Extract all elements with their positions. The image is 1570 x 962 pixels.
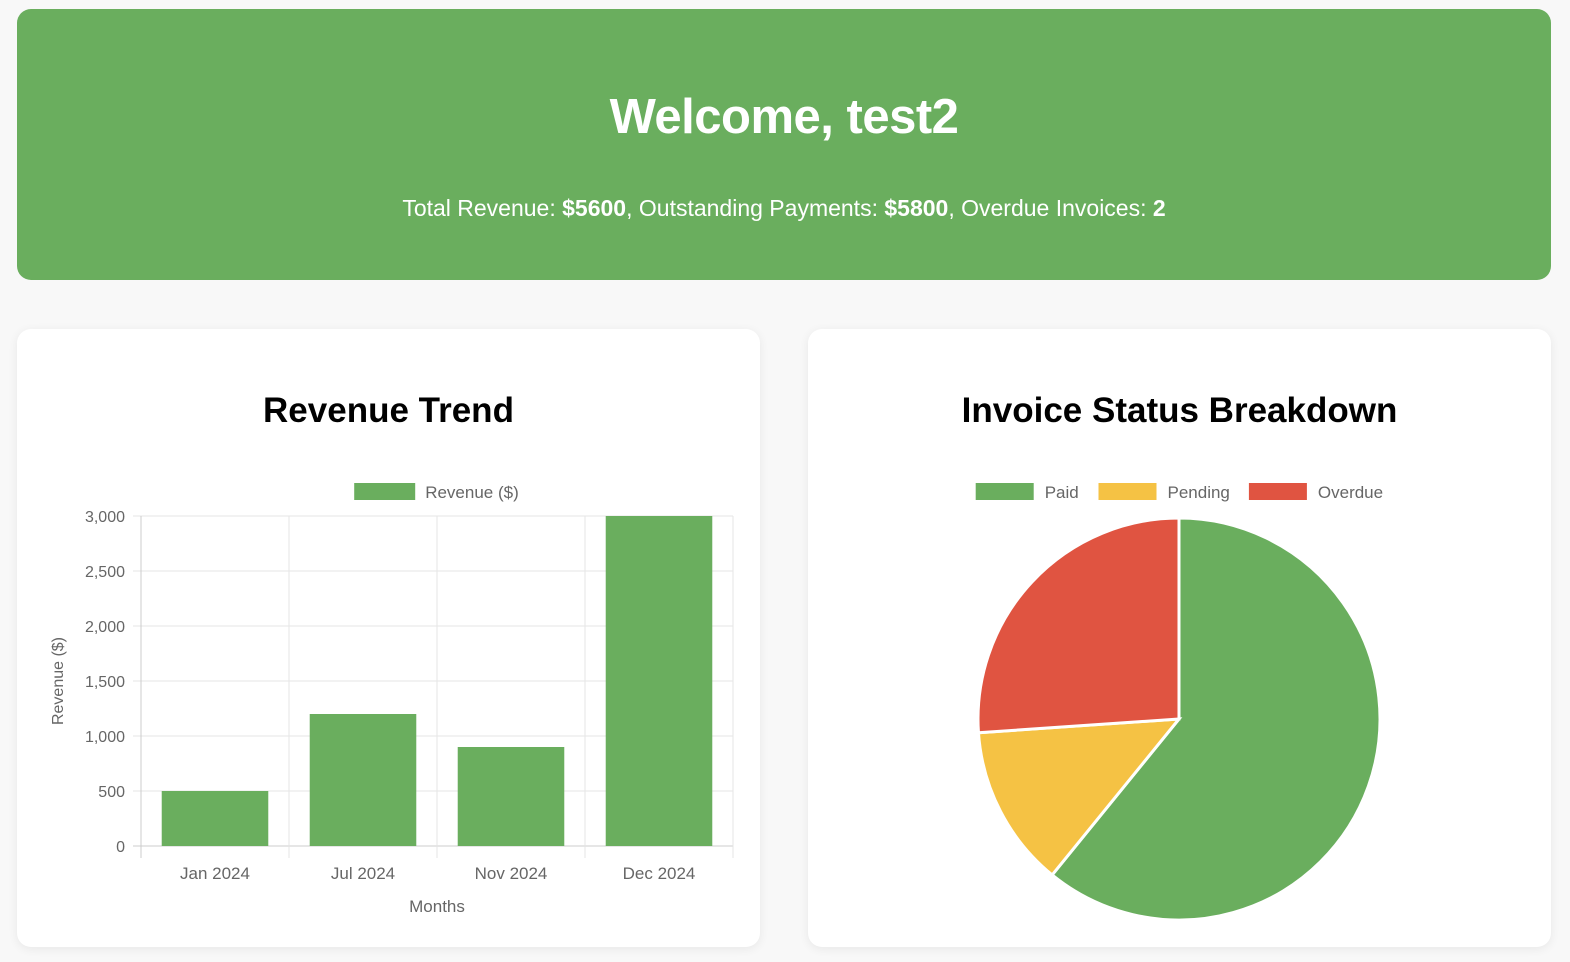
total-revenue-label: Total Revenue: bbox=[402, 195, 563, 221]
x-tick-label: Jul 2024 bbox=[331, 864, 395, 883]
welcome-heading: Welcome, test2 bbox=[609, 90, 959, 144]
x-axis-title: Months bbox=[409, 897, 465, 916]
bar-nov-2024 bbox=[457, 747, 565, 846]
y-tick-label: 0 bbox=[116, 839, 125, 856]
welcome-banner: Welcome, test2 Total Revenue: $5600, Out… bbox=[17, 9, 1551, 280]
legend-label-revenue: Revenue ($) bbox=[425, 483, 519, 502]
pie-slice-overdue bbox=[976, 516, 1181, 735]
legend-swatch-paid bbox=[975, 483, 1034, 500]
y-axis-title: Revenue ($) bbox=[50, 637, 67, 725]
revenue-trend-card: Revenue Trend 0 500 1,000 1,500 2,000 2,500 3,… bbox=[17, 329, 760, 947]
y-tick-label: 1,000 bbox=[85, 729, 125, 746]
invoice-status-card: Invoice Status Breakdown Paid Pending Over… bbox=[808, 329, 1551, 947]
y-tick-label: 2,000 bbox=[85, 619, 125, 636]
y-tick-label: 2,500 bbox=[85, 564, 125, 581]
revenue-bar-chart: 0 500 1,000 1,500 2,000 2,500 3,000 Jan 2024 Jul… bbox=[50, 483, 734, 916]
invoice-status-pie-chart: Paid Pending Overdue bbox=[975, 483, 1383, 922]
total-revenue-value: $5600 bbox=[562, 195, 627, 221]
x-tick-label: Dec 2024 bbox=[623, 864, 696, 883]
summary-line: Total Revenue: $5600, Outstanding Paymen… bbox=[17, 195, 1551, 222]
summary-separator: , bbox=[948, 195, 962, 221]
outstanding-label: Outstanding Payments: bbox=[638, 195, 885, 221]
y-tick-label: 1,500 bbox=[85, 674, 125, 691]
legend-swatch-pending bbox=[1098, 483, 1157, 500]
overdue-label: Overdue Invoices: bbox=[961, 195, 1153, 221]
y-tick-label: 3,000 bbox=[85, 509, 125, 526]
legend-swatch-overdue bbox=[1248, 483, 1307, 500]
summary-separator: , bbox=[626, 195, 639, 221]
bar-jan-2024 bbox=[161, 791, 269, 846]
legend-swatch-revenue bbox=[354, 483, 416, 500]
legend-label-pending: Pending bbox=[1168, 483, 1230, 502]
outstanding-value: $5800 bbox=[884, 195, 949, 221]
overdue-value: 2 bbox=[1152, 195, 1166, 221]
x-tick-label: Nov 2024 bbox=[475, 864, 548, 883]
y-tick-label: 500 bbox=[98, 784, 125, 801]
x-tick-label: Jan 2024 bbox=[180, 864, 250, 883]
legend-label-overdue: Overdue bbox=[1318, 483, 1383, 502]
bar-jul-2024 bbox=[309, 714, 417, 846]
legend-label-paid: Paid bbox=[1045, 483, 1079, 502]
bar-dec-2024 bbox=[605, 516, 713, 846]
